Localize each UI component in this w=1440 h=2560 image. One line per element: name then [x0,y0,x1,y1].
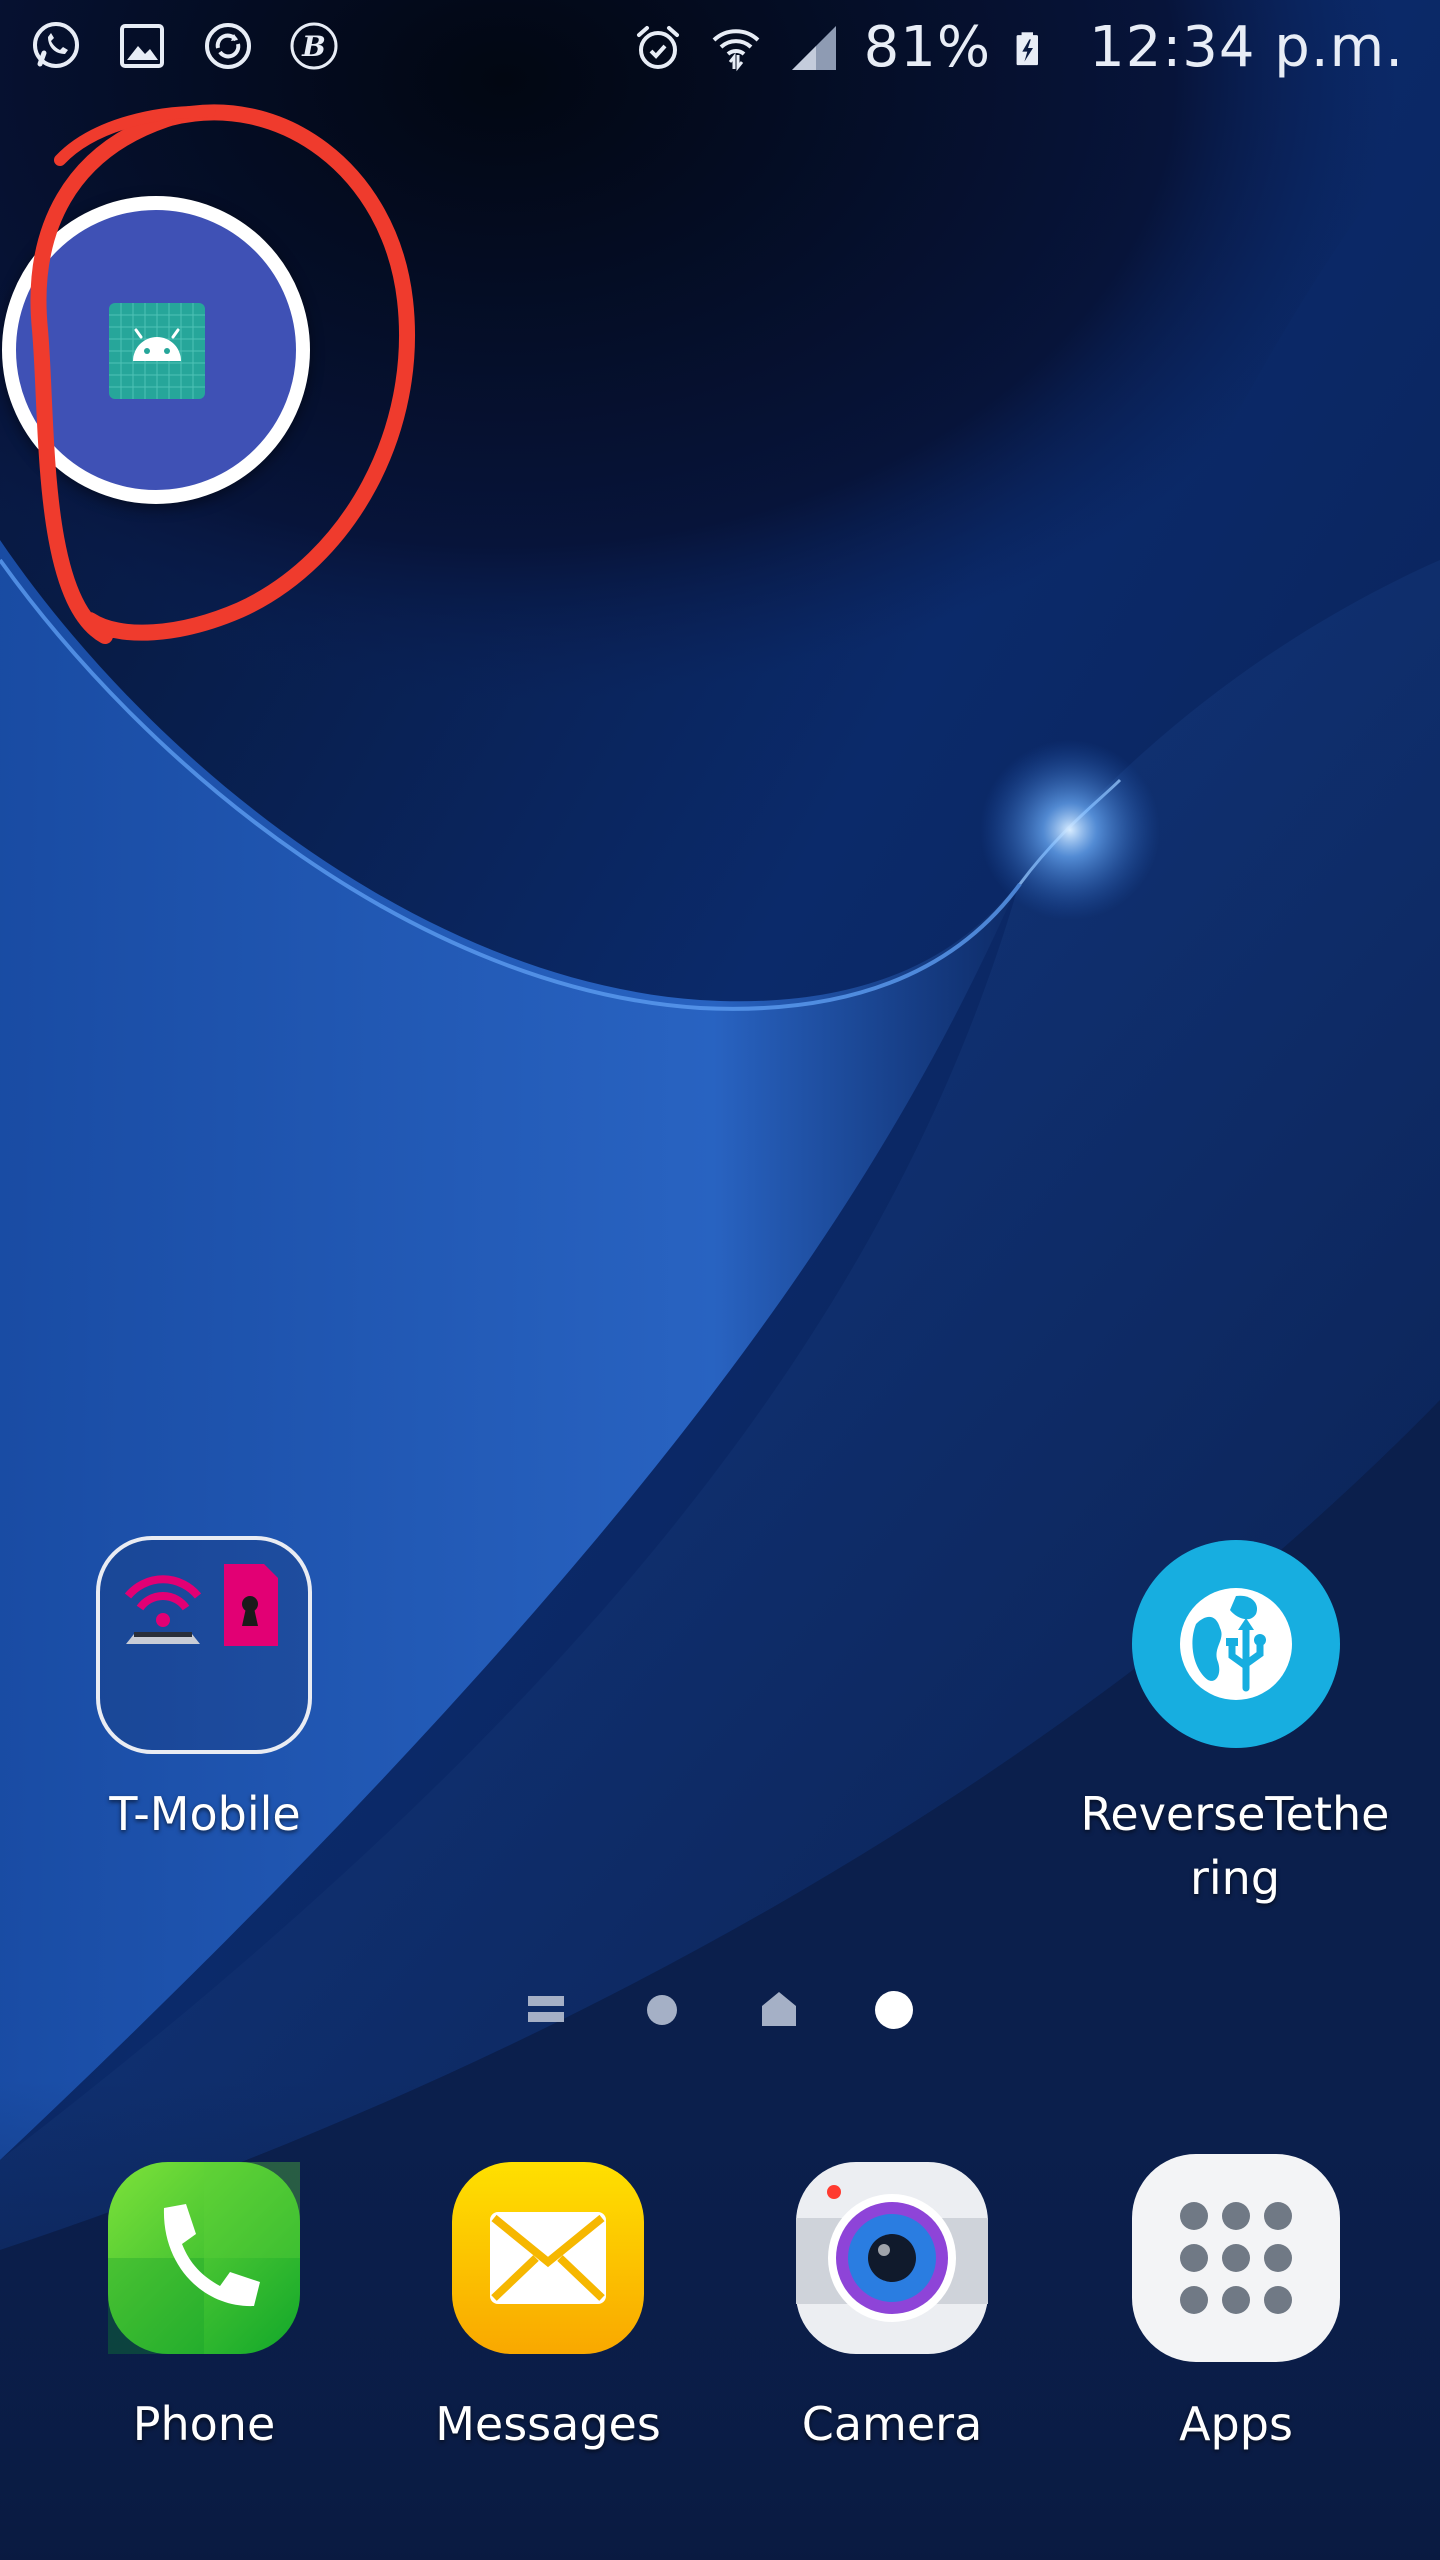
system-status: 81% 12:34 p.m. [630,14,1404,82]
svg-text:B: B [301,30,326,63]
camera-icon[interactable] [792,2158,992,2358]
tmobile-sim-icon [224,1564,278,1646]
camera-label: Camera [801,2397,983,2451]
reverse-tethering-icon [1180,1588,1292,1700]
signal-icon [791,26,836,70]
reverse-tethering-label: ReverseTethe ring [1080,1787,1390,1905]
wifi-icon [712,29,760,72]
whatsapp-icon [33,22,79,68]
t-mobile-folder-label: T-Mobile [109,1787,301,1841]
active-page-dot[interactable] [872,1988,916,2032]
status-time: 12:34 p.m. [1089,15,1404,80]
home-screen: B 81% 12:34 p.m. T-Mobile ReverseTethe r… [0,0,1440,2560]
battery-percentage: 81% [863,15,992,80]
apps-label: Apps [1179,2397,1293,2451]
sync-icon [205,23,251,69]
reverse-tethering-app[interactable] [1132,1540,1340,1748]
alarm-icon [636,26,679,69]
home-page-indicator[interactable] [758,1988,800,2030]
apps-grid-icon[interactable] [1128,2150,1344,2366]
android-app-icon [109,303,205,399]
status-bar: B 81% 12:34 p.m. [0,0,1440,96]
messages-icon[interactable] [448,2158,648,2358]
notification-icons: B [28,18,342,74]
floating-app-bubble[interactable] [2,196,310,504]
menu-page-indicator[interactable] [526,1990,566,2030]
phone-icon[interactable] [104,2158,304,2358]
page-dot[interactable] [642,1990,682,2030]
tmobile-wifi-icon [124,1575,202,1644]
beta-icon: B [290,22,338,70]
phone-label: Phone [132,2397,276,2451]
gallery-icon [120,24,164,68]
messages-label: Messages [435,2397,661,2451]
battery-charging-icon [1016,32,1039,66]
t-mobile-folder[interactable] [96,1536,312,1754]
